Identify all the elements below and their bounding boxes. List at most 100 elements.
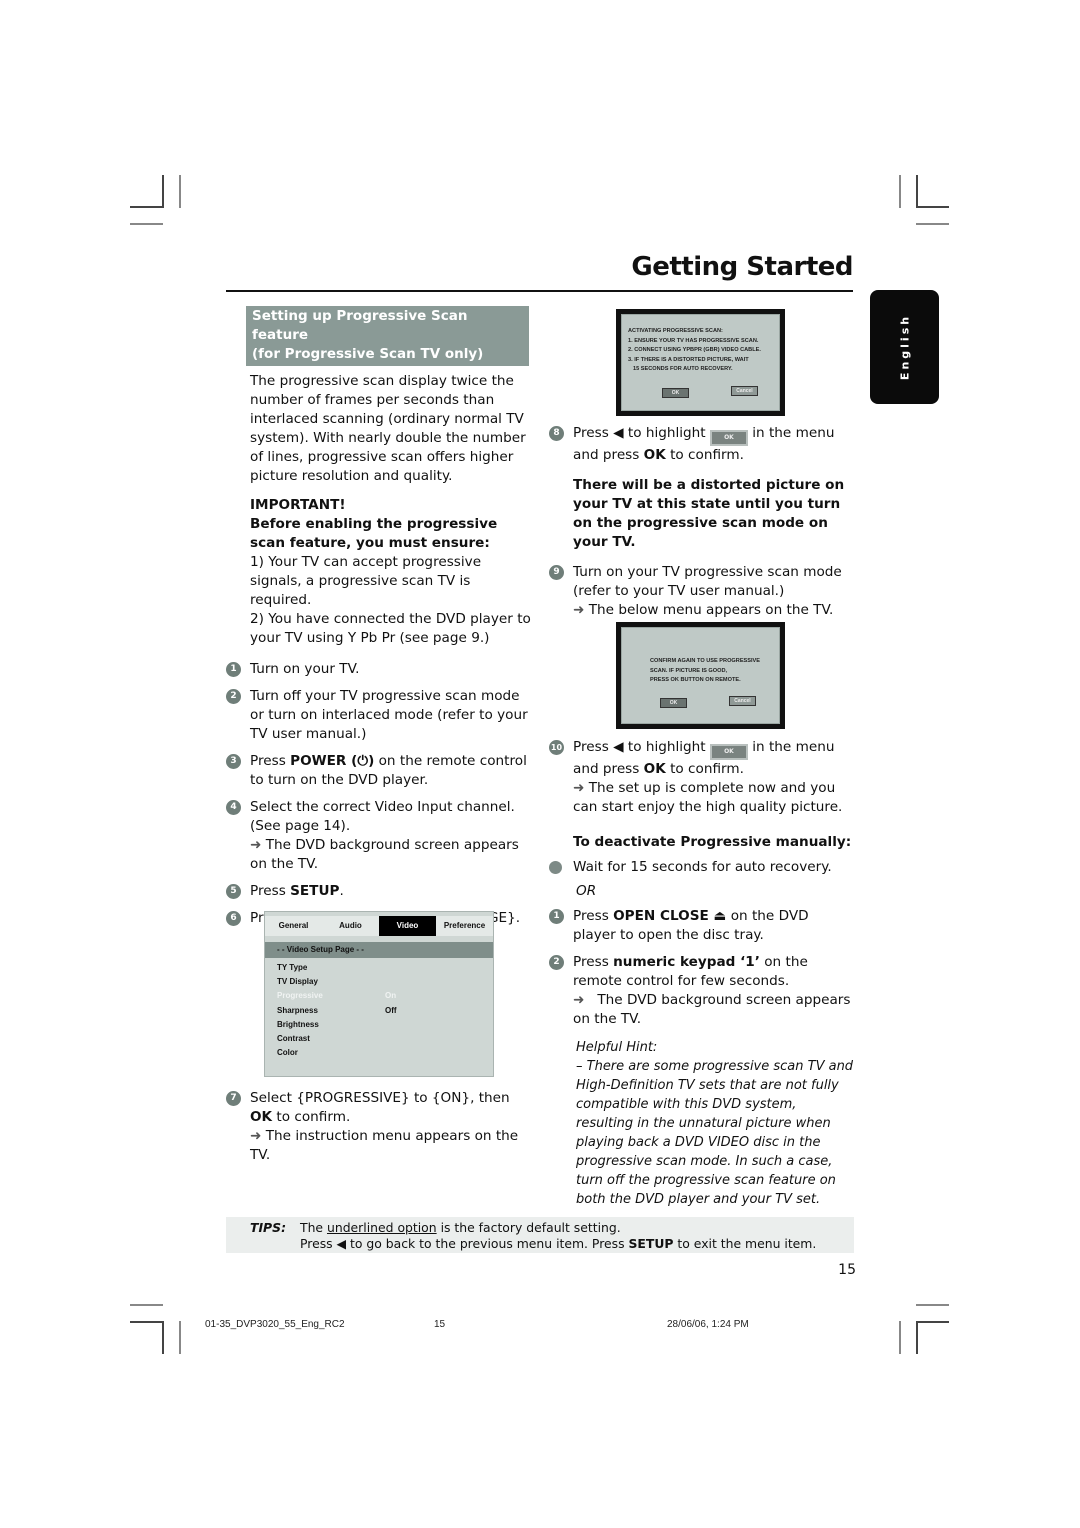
step-1: 1 Turn on your TV.: [226, 660, 532, 679]
open-close-key-label: OPEN CLOSE ⏏: [613, 908, 727, 924]
step-number-icon: 6: [226, 911, 241, 926]
menu-row-label: Brightness: [277, 1019, 319, 1029]
step-number-icon: 7: [226, 1091, 241, 1106]
crop-mark: [179, 1321, 181, 1354]
menu-tab-preference[interactable]: Preference: [436, 916, 493, 936]
language-tab: English: [870, 290, 939, 404]
crop-mark: [899, 175, 901, 208]
tv-cancel-button[interactable]: Cancel: [729, 696, 756, 706]
menu-row[interactable]: Color: [265, 1046, 493, 1060]
step-text: Press: [250, 883, 291, 899]
tips-underlined-text: underlined option: [326, 1220, 437, 1235]
section-heading: Setting up Progressive Scan feature (for…: [246, 306, 529, 366]
distortion-warning: There will be a distorted picture on you…: [573, 477, 845, 550]
step-text: Turn off your TV progressive scan mode o…: [250, 688, 528, 742]
ok-key-label: OK: [643, 447, 666, 463]
tips-text: The: [300, 1220, 327, 1235]
menu-row-label: Color: [277, 1048, 298, 1058]
tv-ok-button[interactable]: OK: [660, 698, 687, 708]
step-number-icon: 2: [226, 689, 241, 704]
step-number-icon: 1: [226, 662, 241, 677]
page-number: 15: [838, 1262, 856, 1278]
crop-mark: [916, 1321, 949, 1323]
step-result: The set up is complete now and you can s…: [573, 780, 843, 815]
requirement-item: 2) You have connected the DVD player to …: [250, 611, 531, 646]
crop-mark: [130, 223, 163, 225]
tv-line: 2. CONNECT USING YPBPR (GBR) VIDEO CABLE…: [628, 347, 761, 353]
menu-tab-audio[interactable]: Audio: [322, 916, 379, 936]
bullet-item: Wait for 15 seconds for auto recovery.: [549, 858, 855, 877]
step-text: Press: [250, 753, 291, 769]
crop-mark: [899, 1321, 901, 1354]
crop-mark: [130, 206, 163, 208]
menu-tabs: General Audio Video Preference: [265, 916, 493, 936]
crop-mark: [916, 175, 918, 208]
intro-paragraph: The progressive scan display twice the n…: [250, 373, 526, 484]
step-number-icon: 10: [549, 740, 564, 755]
requirement-item: 1) Your TV can accept progressive signal…: [250, 554, 482, 608]
menu-row[interactable]: Contrast: [265, 1032, 493, 1046]
power-key-label: POWER (⏻): [290, 753, 375, 769]
bullet-text: Wait for 15 seconds for auto recovery.: [573, 859, 832, 875]
arrow-right-icon: ➜: [573, 780, 585, 796]
hint-text: – There are some progressive scan TV and…: [576, 1059, 854, 1207]
menu-row[interactable]: Brightness: [265, 1018, 493, 1032]
arrow-right-icon: ➜: [250, 1128, 262, 1144]
tv-line: SCAN. IF PICTURE IS GOOD,: [650, 667, 728, 674]
step-text: Turn on your TV progressive scan mode (r…: [573, 564, 842, 599]
step-text: Press: [573, 954, 614, 970]
menu-tab-general[interactable]: General: [265, 916, 322, 936]
menu-row-label: Sharpness: [277, 1005, 318, 1015]
tv-cancel-button[interactable]: Cancel: [731, 386, 758, 396]
step-text: to confirm.: [272, 1109, 351, 1125]
section-heading-line: (for Progressive Scan TV only): [252, 346, 484, 362]
crop-mark: [162, 175, 164, 208]
hint-title: Helpful Hint:: [576, 1040, 658, 1055]
tv-line: PRESS OK BUTTON ON REMOTE.: [650, 677, 741, 683]
crop-mark: [916, 223, 949, 225]
crop-mark: [130, 1304, 163, 1306]
menu-row[interactable]: TY Type: [265, 961, 493, 975]
step-result: The below menu appears on the TV.: [588, 602, 834, 618]
step-number-icon: 8: [549, 426, 564, 441]
right-column: 8 Press ◀ to highlight OK in the menu an…: [549, 424, 855, 620]
tips-text: Press ◀ to go back to the previous menu …: [300, 1236, 629, 1251]
step-number-icon: 5: [226, 884, 241, 899]
menu-row-value: On: [385, 991, 397, 1001]
menu-row-value: Off: [385, 1005, 397, 1015]
step-2: 2 Turn off your TV progressive scan mode…: [226, 687, 532, 744]
footer-page: 15: [434, 1319, 446, 1330]
crop-mark: [916, 1304, 949, 1306]
ok-highlight-chip: OK: [709, 430, 748, 446]
tv-line: 1. ENSURE YOUR TV HAS PROGRESSIVE SCAN.: [628, 337, 759, 344]
menu-row[interactable]: TV Display: [265, 975, 493, 989]
arrow-right-icon: ➜: [573, 992, 585, 1008]
keypad-key-label: numeric keypad ‘1’: [613, 954, 760, 970]
step-9: 9 Turn on your TV progressive scan mode …: [549, 563, 855, 620]
step-number-icon: 3: [226, 754, 241, 769]
arrow-right-icon: ➜: [250, 837, 262, 853]
tv-line: CONFIRM AGAIN TO USE PROGRESSIVE: [650, 658, 761, 664]
language-label: English: [898, 313, 911, 381]
menu-tab-video[interactable]: Video: [379, 916, 436, 936]
right-column-lower: 10 Press ◀ to highlight OK in the menu a…: [549, 738, 855, 1209]
deactivate-step-2: 2 Press numeric keypad ‘1’ on the remote…: [549, 953, 855, 1029]
ok-key-label: OK: [250, 1109, 273, 1125]
step-text: Turn on your TV.: [250, 661, 360, 677]
step-text: Press ◀ to highlight: [573, 739, 706, 755]
tips-text: is the factory default setting.: [436, 1220, 621, 1235]
menu-row[interactable]: Sharpness Off: [265, 1004, 493, 1018]
footer-filename: 01-35_DVP3020_55_Eng_RC2: [205, 1319, 345, 1330]
step-3: 3 Press POWER (⏻) on the remote control …: [226, 752, 532, 790]
menu-row-highlighted[interactable]: Progressive On: [265, 989, 493, 1003]
important-label: IMPORTANT!: [250, 497, 346, 513]
tv-screen-content: CONFIRM AGAIN TO USE PROGRESSIVE SCAN. I…: [621, 627, 780, 724]
video-setup-menu: General Audio Video Preference - - Video…: [264, 911, 494, 1077]
step-text: to confirm.: [665, 447, 744, 463]
tv-ok-button[interactable]: OK: [662, 388, 689, 398]
tv-line: 3. IF THERE IS A DISTORTED PICTURE, WAIT: [628, 356, 749, 363]
menu-row-label: TY Type: [277, 963, 308, 972]
step-text: Select {PROGRESSIVE} to {ON}, then: [250, 1090, 510, 1106]
tips-text: to exit the menu item.: [673, 1236, 817, 1251]
menu-row-label: TV Display: [277, 977, 318, 987]
